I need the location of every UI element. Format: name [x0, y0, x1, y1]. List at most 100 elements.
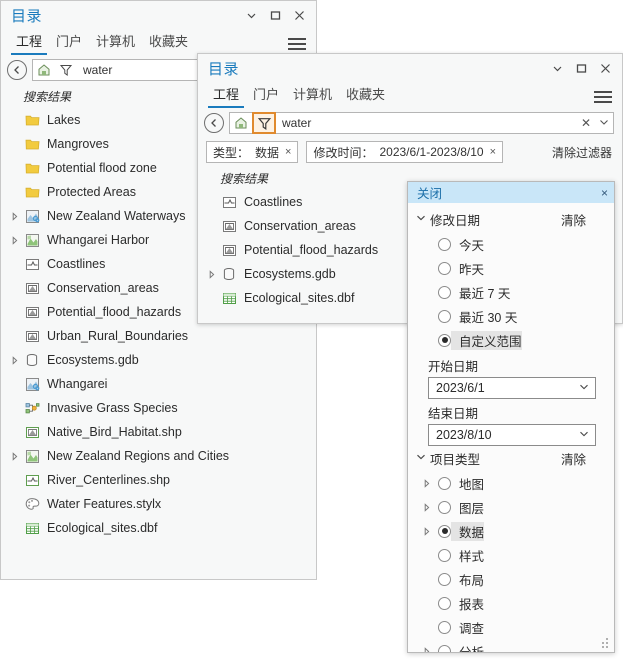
list-item-label: Protected Areas	[47, 185, 136, 199]
list-item[interactable]: Water Features.stylx	[1, 492, 316, 516]
expand-arrow-icon[interactable]	[420, 646, 434, 652]
radio-button[interactable]	[438, 285, 451, 299]
filter-option[interactable]: 图层	[408, 495, 614, 519]
radio-button[interactable]	[438, 644, 451, 652]
chevron-down-icon[interactable]	[416, 453, 430, 464]
tab-favorites[interactable]: 收藏夹	[144, 31, 193, 55]
resize-grip-icon[interactable]	[600, 638, 610, 648]
clear-section-button[interactable]: 清除	[561, 210, 586, 229]
filter-section-header[interactable]: 项目类型 清除	[408, 446, 614, 471]
map-blue-icon	[21, 377, 43, 392]
funnel-icon[interactable]	[55, 60, 77, 80]
tab-computer[interactable]: 计算机	[91, 31, 140, 55]
expand-arrow-icon[interactable]	[420, 526, 434, 536]
tab-favorites[interactable]: 收藏夹	[341, 84, 390, 108]
list-item[interactable]: Invasive Grass Species	[1, 396, 316, 420]
chip-remove-icon[interactable]: ×	[285, 146, 291, 158]
back-window-tabbar[interactable]: 工程 门户 计算机 收藏夹	[1, 29, 316, 55]
front-search-input[interactable]: water	[276, 116, 577, 130]
tab-portal[interactable]: 门户	[248, 84, 284, 108]
date-field-select[interactable]: 2023/6/1	[428, 377, 596, 399]
radio-button[interactable]	[438, 572, 451, 586]
radio-button[interactable]	[438, 333, 451, 347]
filter-flyout-panel[interactable]: 关闭 × 修改日期 清除 今天 昨天 最近 7 天最近 30 天自定义范围 开始日期 202…	[407, 181, 615, 653]
home-icon[interactable]	[230, 113, 252, 133]
clear-filters-button[interactable]: 清除过滤器	[552, 144, 614, 161]
radio-button[interactable]	[438, 309, 451, 323]
filter-option[interactable]: 地图	[408, 471, 614, 495]
filter-section-header[interactable]: 修改日期 清除	[408, 207, 614, 232]
back-arrow-icon[interactable]	[7, 60, 27, 80]
chevron-down-icon[interactable]	[416, 214, 430, 225]
date-field-select[interactable]: 2023/8/10	[428, 424, 596, 446]
radio-button[interactable]	[438, 524, 451, 538]
hamburger-icon[interactable]	[594, 90, 614, 106]
expand-arrow-icon[interactable]	[206, 268, 218, 280]
maximize-icon[interactable]	[570, 58, 592, 78]
expand-arrow-icon[interactable]	[9, 234, 21, 246]
list-item[interactable]: Whangarei	[1, 372, 316, 396]
filter-option[interactable]: 调查	[408, 615, 614, 639]
radio-button[interactable]	[438, 620, 451, 634]
radio-button[interactable]	[438, 261, 451, 275]
filter-option[interactable]: 报表	[408, 591, 614, 615]
expand-spacer	[9, 402, 21, 414]
funnel-icon[interactable]	[252, 112, 276, 134]
list-item[interactable]: New Zealand Regions and Cities	[1, 444, 316, 468]
expand-arrow-icon[interactable]	[9, 354, 21, 366]
filter-option[interactable]: 分析	[408, 639, 614, 652]
expand-arrow-icon[interactable]	[9, 450, 21, 462]
close-icon[interactable]: ×	[601, 186, 608, 200]
close-icon[interactable]	[594, 58, 616, 78]
chevron-down-icon[interactable]	[546, 58, 568, 78]
radio-button[interactable]	[438, 476, 451, 490]
filter-option[interactable]: 布局	[408, 567, 614, 591]
chevron-down-icon[interactable]	[595, 117, 613, 130]
back-arrow-icon[interactable]	[204, 113, 224, 133]
radio-button[interactable]	[438, 500, 451, 514]
list-item[interactable]: Urban_Rural_Boundaries	[1, 324, 316, 348]
filter-option[interactable]: 今天	[408, 232, 614, 256]
tab-portal[interactable]: 门户	[51, 31, 87, 55]
clear-search-icon[interactable]: ✕	[577, 116, 595, 130]
chevron-down-icon[interactable]	[579, 430, 589, 441]
back-window-titlebar[interactable]: 目录	[1, 1, 316, 29]
close-icon[interactable]	[288, 5, 310, 25]
filter-panel-header[interactable]: 关闭 ×	[408, 182, 614, 203]
filter-option[interactable]: 自定义范围	[408, 328, 614, 352]
clear-section-button[interactable]: 清除	[561, 449, 586, 468]
front-window-tabbar[interactable]: 工程 门户 计算机 收藏夹	[198, 82, 622, 108]
filter-chip-row[interactable]: 类型： 数据 × 修改时间： 2023/6/1-2023/8/10 × 清除过滤…	[198, 138, 622, 167]
radio-button[interactable]	[438, 548, 451, 562]
filter-chip-modified-date[interactable]: 修改时间： 2023/6/1-2023/8/10 ×	[306, 141, 504, 163]
list-item[interactable]: Ecological_sites.dbf	[1, 516, 316, 540]
list-item[interactable]: River_Centerlines.shp	[1, 468, 316, 492]
front-search-row[interactable]: water ✕	[198, 108, 622, 138]
list-item[interactable]: Ecosystems.gdb	[1, 348, 316, 372]
radio-button[interactable]	[438, 596, 451, 610]
chevron-down-icon[interactable]	[240, 5, 262, 25]
filter-chip-type[interactable]: 类型： 数据 ×	[206, 141, 299, 163]
expand-arrow-icon[interactable]	[420, 502, 434, 512]
tab-project[interactable]: 工程	[11, 31, 48, 55]
tab-computer[interactable]: 计算机	[288, 84, 337, 108]
home-icon[interactable]	[33, 60, 55, 80]
filter-option[interactable]: 样式	[408, 543, 614, 567]
radio-button[interactable]	[438, 237, 451, 251]
expand-arrow-icon[interactable]	[420, 478, 434, 488]
front-window-titlebar[interactable]: 目录	[198, 54, 622, 82]
list-item-label: Water Features.stylx	[47, 497, 162, 511]
filter-option[interactable]: 昨天	[408, 256, 614, 280]
filter-option[interactable]: 数据	[408, 519, 614, 543]
list-item[interactable]: Native_Bird_Habitat.shp	[1, 420, 316, 444]
filter-option[interactable]: 最近 30 天	[408, 304, 614, 328]
tab-project[interactable]: 工程	[208, 84, 245, 108]
front-search-box[interactable]: water ✕	[229, 112, 614, 134]
chip-remove-icon[interactable]: ×	[490, 146, 496, 158]
maximize-icon[interactable]	[264, 5, 286, 25]
hamburger-icon[interactable]	[288, 37, 308, 53]
shapefile-polygon-icon	[21, 426, 43, 439]
filter-option[interactable]: 最近 7 天	[408, 280, 614, 304]
expand-arrow-icon[interactable]	[9, 210, 21, 222]
chevron-down-icon[interactable]	[579, 383, 589, 394]
